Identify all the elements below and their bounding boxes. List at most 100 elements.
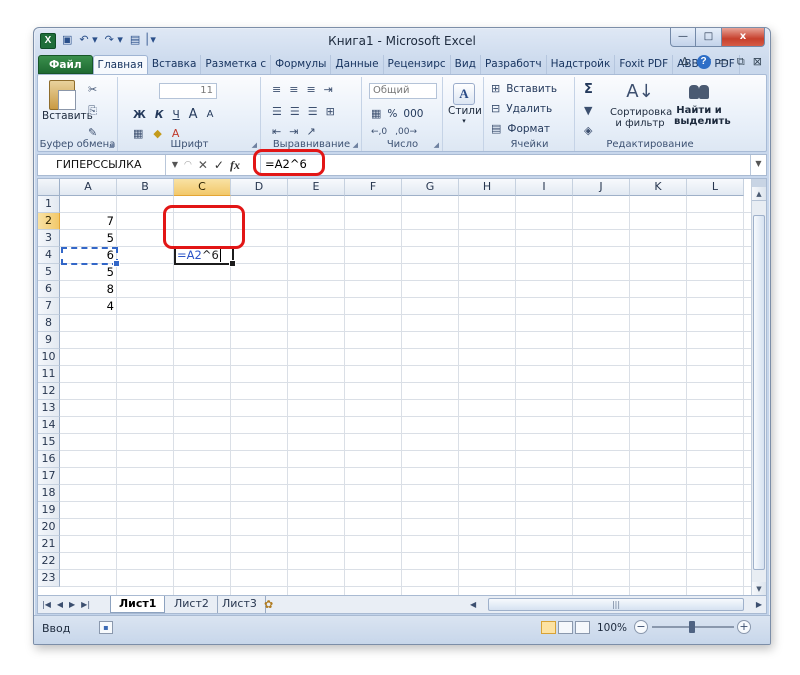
name-box-dropdown-icon[interactable]: ▼ [168, 155, 182, 175]
number-launcher-icon[interactable]: ◢ [434, 141, 439, 149]
column-header-j[interactable]: J [573, 179, 630, 196]
tab-home[interactable]: Главная [92, 55, 148, 74]
row-header-15[interactable]: 15 [38, 434, 60, 451]
row-header-12[interactable]: 12 [38, 383, 60, 400]
align-top-icon[interactable]: ≡ [272, 83, 281, 96]
wrap-text-icon[interactable]: ⇥ [324, 83, 333, 96]
column-header-e[interactable]: E [288, 179, 345, 196]
column-header-k[interactable]: K [630, 179, 687, 196]
row-header-23[interactable]: 23 [38, 570, 60, 587]
doc-restore-icon[interactable]: ▭ [719, 55, 729, 69]
doc-close-icon[interactable]: ⊠ [753, 55, 762, 69]
thousands-button[interactable]: 000 [403, 108, 423, 120]
select-all-corner[interactable] [38, 179, 60, 196]
help-icon[interactable]: ? [696, 55, 711, 69]
paste-button[interactable]: Вставить [42, 80, 93, 122]
align-left-icon[interactable]: ☰ [272, 105, 282, 118]
next-sheet-icon[interactable]: ▶ [69, 598, 75, 611]
cell-a5[interactable]: 5 [60, 264, 117, 281]
orientation-icon[interactable]: ↗ [306, 125, 315, 138]
column-header-g[interactable]: G [402, 179, 459, 196]
column-header-a[interactable]: A [60, 179, 117, 196]
close-button[interactable]: x [722, 28, 765, 47]
page-break-view-icon[interactable] [575, 621, 590, 634]
sort-filter-button[interactable]: A↓ Сортировка и фильтр [610, 81, 672, 129]
zoom-slider-thumb[interactable] [689, 621, 695, 633]
row-header-9[interactable]: 9 [38, 332, 60, 349]
clipboard-launcher-icon[interactable]: ◢ [109, 141, 114, 149]
autosum-button[interactable]: Σ [584, 82, 593, 97]
tab-addins[interactable]: Надстройк [547, 55, 616, 74]
percent-button[interactable]: % [387, 108, 397, 120]
delete-cells-row[interactable]: ⊟ Удалить [491, 102, 552, 115]
column-header-h[interactable]: H [459, 179, 516, 196]
copy-icon[interactable]: ⎘ [88, 104, 97, 118]
cell-a2[interactable]: 7 [60, 213, 117, 230]
row-header-7[interactable]: 7 [38, 298, 60, 315]
zoom-level[interactable]: 100% [597, 622, 627, 634]
column-header-l[interactable]: L [687, 179, 744, 196]
align-bottom-icon[interactable]: ≡ [306, 83, 315, 96]
align-center-icon[interactable]: ☰ [290, 105, 300, 118]
underline-button[interactable]: Ч [172, 109, 179, 121]
cell-a7[interactable]: 4 [60, 298, 117, 315]
sheet-tab-1[interactable]: Лист1 [110, 596, 166, 613]
doc-copy-icon[interactable]: ⧉ [737, 55, 745, 69]
sheet-tab-3[interactable]: Лист3 [214, 596, 266, 613]
row-header-2[interactable]: 2 [38, 213, 60, 230]
formula-input[interactable]: =A2^6 [260, 155, 748, 175]
zoom-in-button[interactable]: + [737, 620, 751, 634]
tab-review[interactable]: Рецензирс [384, 55, 451, 74]
worksheet-grid[interactable]: ABCDEFGHIJKL 1 2 3 4 5 6 7 8 9 10 11 12 13 14 15 16 17 18… [37, 178, 767, 596]
tab-foxit-pdf[interactable]: Foxit PDF [615, 55, 674, 74]
cut-icon[interactable]: ✂ [88, 83, 97, 96]
clear-button[interactable]: ◈ [584, 124, 592, 137]
alignment-launcher-icon[interactable]: ◢ [353, 141, 358, 149]
row-header-6[interactable]: 6 [38, 281, 60, 298]
increase-decimal-icon[interactable]: ←,0 [371, 127, 387, 137]
number-format-dropdown[interactable]: Общий [369, 83, 437, 99]
ribbon-minimize-icon[interactable]: ∆ [681, 55, 688, 69]
align-middle-icon[interactable]: ≡ [289, 83, 298, 96]
row-header-4[interactable]: 4 [38, 247, 60, 264]
vertical-scrollbar[interactable]: ▲ ▼ [751, 179, 766, 595]
last-sheet-icon[interactable]: ▶| [81, 598, 90, 611]
row-header-16[interactable]: 16 [38, 451, 60, 468]
row-header-19[interactable]: 19 [38, 502, 60, 519]
tab-formulas[interactable]: Формулы [271, 55, 332, 74]
tab-page-layout[interactable]: Разметка с [201, 55, 272, 74]
insert-sheet-icon[interactable]: ✿ [264, 598, 273, 611]
minimize-button[interactable]: — [670, 28, 696, 47]
styles-button[interactable]: A Стили ▾ [448, 83, 482, 125]
row-header-3[interactable]: 3 [38, 230, 60, 247]
decrease-decimal-icon[interactable]: ,00→ [395, 127, 417, 137]
tab-insert[interactable]: Вставка [148, 55, 202, 74]
decrease-indent-icon[interactable]: ⇤ [272, 125, 281, 138]
cell-a6[interactable]: 8 [60, 281, 117, 298]
name-box[interactable]: ГИПЕРССЫЛКА [38, 155, 166, 175]
font-launcher-icon[interactable]: ◢ [252, 141, 257, 149]
zoom-out-button[interactable]: − [634, 620, 648, 634]
cell-a3[interactable]: 5 [60, 230, 117, 247]
tab-data[interactable]: Данные [331, 55, 384, 74]
align-right-icon[interactable]: ☰ [308, 105, 318, 118]
prev-sheet-icon[interactable]: ◀ [57, 598, 63, 611]
find-select-button[interactable]: Найти и выделить [674, 81, 731, 127]
row-header-8[interactable]: 8 [38, 315, 60, 332]
horizontal-scrollbar[interactable]: ◀ ||| ▶ [468, 598, 764, 611]
format-painter-icon[interactable]: ✎ [88, 126, 97, 139]
tab-view[interactable]: Вид [451, 55, 481, 74]
scroll-down-icon[interactable]: ▼ [752, 582, 766, 595]
macro-record-icon[interactable]: ▪ [99, 621, 113, 634]
scroll-left-icon[interactable]: ◀ [470, 598, 476, 611]
row-header-5[interactable]: 5 [38, 264, 60, 281]
row-header-11[interactable]: 11 [38, 366, 60, 383]
currency-icon[interactable]: ▦ [371, 107, 381, 120]
horizontal-scroll-thumb[interactable]: ||| [488, 598, 744, 611]
column-header-d[interactable]: D [231, 179, 288, 196]
column-header-f[interactable]: F [345, 179, 402, 196]
merge-cells-icon[interactable]: ⊞ [326, 105, 335, 118]
row-header-13[interactable]: 13 [38, 400, 60, 417]
vertical-scroll-thumb[interactable] [753, 215, 765, 570]
tab-developer[interactable]: Разработч [481, 55, 547, 74]
